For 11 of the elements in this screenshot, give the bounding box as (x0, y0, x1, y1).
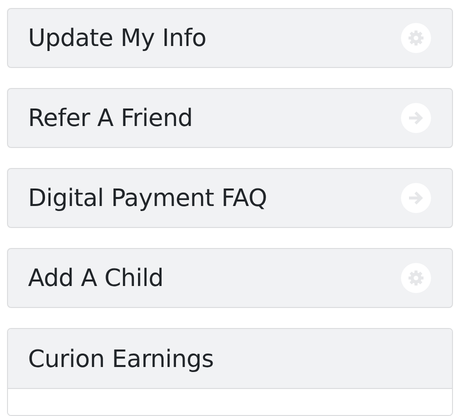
menu-label: Refer A Friend (28, 104, 193, 132)
menu-label: Add A Child (28, 264, 164, 292)
menu-label: Update My Info (28, 24, 206, 52)
panel-title: Curion Earnings (28, 344, 214, 372)
menu-label: Digital Payment FAQ (28, 184, 267, 212)
menu-button[interactable]: Digital Payment FAQ (7, 168, 453, 228)
menu-button[interactable]: Add A Child (7, 248, 453, 308)
menu-button[interactable]: Update My Info (7, 8, 453, 68)
menu-button[interactable]: Refer A Friend (7, 88, 453, 148)
gear-icon (401, 263, 431, 293)
gear-icon (401, 23, 431, 53)
